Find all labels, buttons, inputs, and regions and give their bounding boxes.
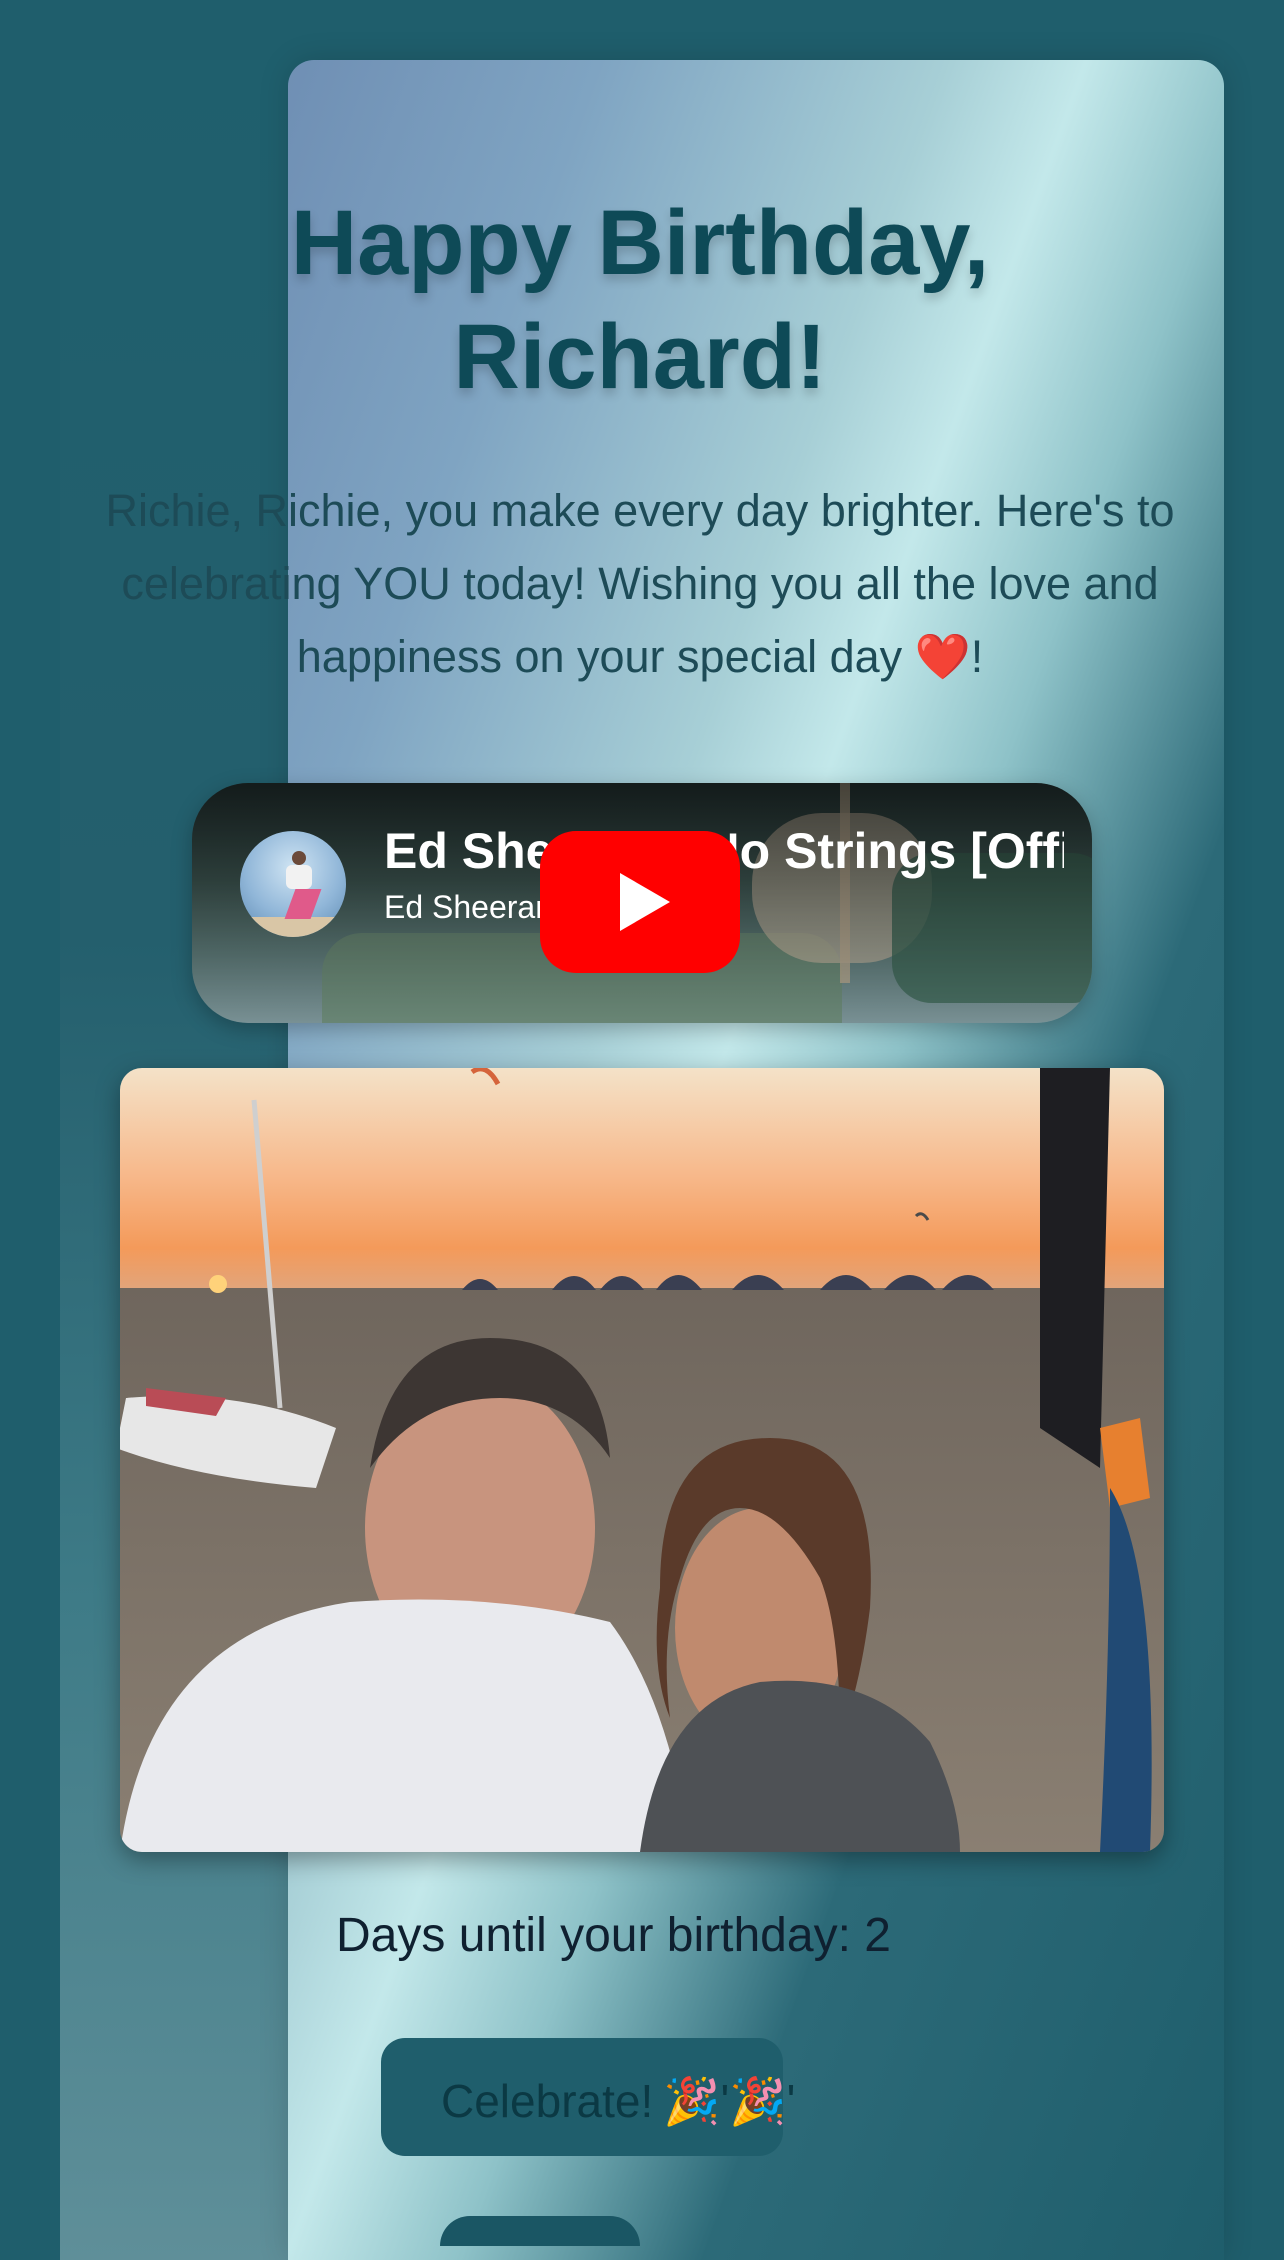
birthday-photo — [120, 1068, 1164, 1852]
celebrate-button-label: Celebrate! — [441, 2074, 654, 2127]
page-title: Happy Birthday, Richard! — [290, 192, 990, 408]
youtube-embed[interactable]: Ed Sheeran - No Strings [Official Video]… — [192, 783, 1092, 1023]
party-popper-icon: 🎉'🎉' — [663, 2074, 796, 2127]
youtube-play-icon[interactable] — [540, 831, 740, 973]
next-button-partial[interactable] — [440, 2216, 640, 2246]
birthday-message: Richie, Richie, you make every day brigh… — [105, 485, 1175, 682]
celebrate-button[interactable]: Celebrate! 🎉'🎉' — [381, 2038, 795, 2156]
birthday-countdown: Days until your birthday: 2 — [336, 1909, 891, 1962]
video-channel-name[interactable]: Ed Sheeran — [384, 887, 553, 927]
channel-avatar[interactable] — [240, 831, 346, 937]
